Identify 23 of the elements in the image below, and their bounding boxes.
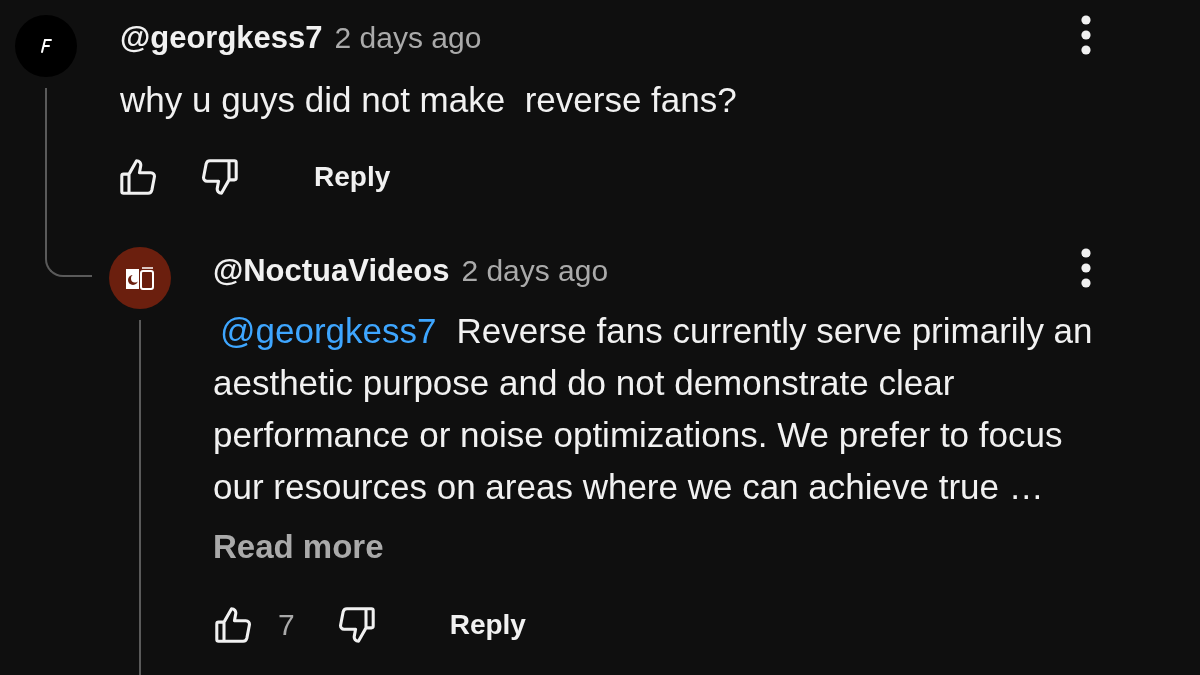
thread-connector <box>45 215 92 277</box>
reply-text: @georgkess7 Reverse fans currently serve primarily an aesthetic purpose and do not demonstrate clear performance or noise optimizations. We prefer to focus our resources on areas where we can achieve true … <box>213 310 1094 508</box>
more-icon <box>1081 15 1091 55</box>
thumbs-up-icon <box>120 159 156 195</box>
more-icon <box>1081 248 1091 288</box>
more-options-button[interactable] <box>1081 248 1091 288</box>
reply-button[interactable]: Reply <box>314 157 391 197</box>
reply-button[interactable]: Reply <box>449 605 526 645</box>
thumbs-down-icon <box>202 159 238 195</box>
dislike-button[interactable] <box>202 159 238 195</box>
author-name: @georgkess7 <box>120 20 323 56</box>
like-button[interactable]: 7 <box>215 607 295 643</box>
comment-text: why u guys did not make reverse fans? <box>120 80 738 120</box>
like-button[interactable] <box>120 159 156 195</box>
mention-link[interactable]: @georgkess7 <box>220 311 437 350</box>
read-more-link[interactable]: Read more <box>213 521 384 573</box>
more-options-button[interactable] <box>1081 15 1091 55</box>
thumbs-down-icon <box>338 607 375 643</box>
dislike-button[interactable] <box>338 607 375 643</box>
timestamp: 2 days ago <box>461 254 609 288</box>
thumbs-up-icon <box>215 607 251 643</box>
author-name: @NoctuaVideos <box>213 253 450 289</box>
timestamp: 2 days ago <box>334 21 482 55</box>
